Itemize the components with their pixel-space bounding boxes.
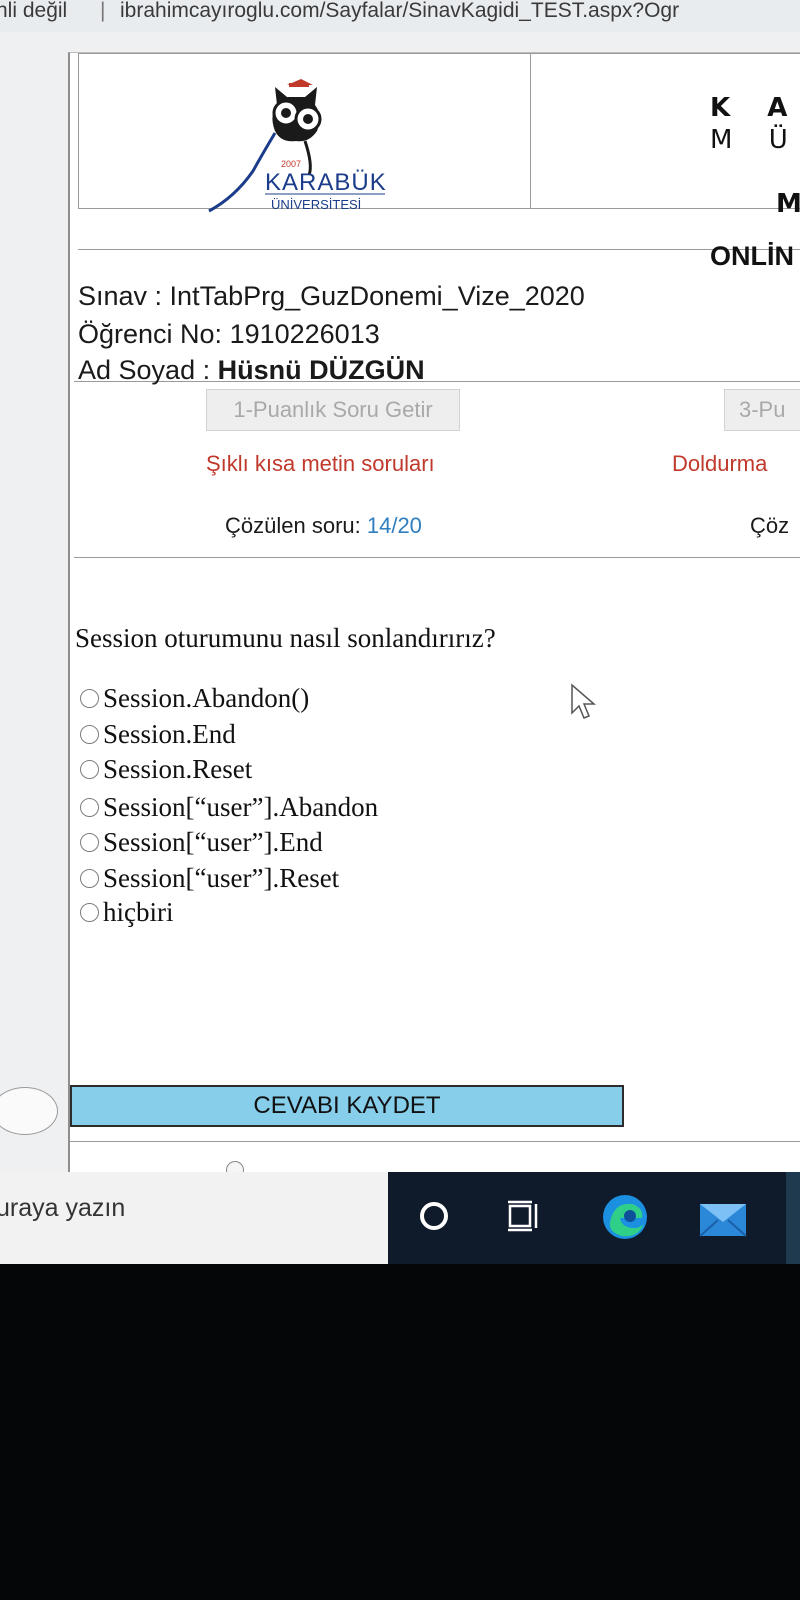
exam-value: IntTabPrg_GuzDonemi_Vize_2020 <box>169 281 585 311</box>
option-label: Session.Reset <box>103 754 253 784</box>
radio-button[interactable] <box>80 725 99 744</box>
radio-button[interactable] <box>80 903 99 922</box>
header-title-line3: M <box>776 189 800 219</box>
taskbar-search-box[interactable]: uraya yazın <box>0 1172 388 1264</box>
option-label: hiçbiri <box>103 897 174 927</box>
url-text[interactable]: ibrahimcayıroglu.com/Sayfalar/SinavKagid… <box>120 0 679 26</box>
edge-icon[interactable] <box>600 1192 650 1242</box>
header-title-block: K A M Ü M <box>710 93 800 219</box>
exam-paper: 2007 KARABÜK ÜNİVERSİTESİ K A M Ü M ONLİ… <box>68 52 800 1188</box>
option-label: Session[“user”].Reset <box>103 863 340 893</box>
solved-label: Çözülen soru: <box>225 513 367 538</box>
student-no-row: Öğrenci No: 1910226013 <box>78 319 380 350</box>
option-2[interactable]: Session.End <box>80 719 236 750</box>
online-exam-banner: ONLİN <box>710 241 794 271</box>
svg-text:KARABÜK: KARABÜK <box>265 169 387 196</box>
name-value: Hüsnü DÜZGÜN <box>217 355 425 385</box>
question-text: Session oturumunu nasıl sonlandırırız? <box>75 623 496 653</box>
header-title-line1: K A <box>710 93 800 123</box>
option-7[interactable]: hiçbiri <box>80 897 173 928</box>
option-label: Session.Abandon() <box>103 683 310 713</box>
student-name-row: Ad Soyad : Hüsnü DÜZGÜN <box>78 355 425 386</box>
radio-button[interactable] <box>80 869 99 888</box>
monitor-bezel <box>0 1264 800 1600</box>
solved-counter: Çözülen soru: 14/20 <box>225 513 422 539</box>
option-label: Session[“user”].Abandon <box>103 792 379 822</box>
option-1[interactable]: Session.Abandon() <box>80 683 309 714</box>
search-placeholder: uraya yazın <box>0 1194 126 1222</box>
university-logo: 2007 KARABÜK ÜNİVERSİTESİ <box>208 79 387 213</box>
svg-text:ÜNİVERSİTESİ: ÜNİVERSİTESİ <box>271 197 361 212</box>
mail-icon[interactable] <box>698 1196 748 1240</box>
task-view-icon[interactable] <box>502 1194 546 1238</box>
get-1-point-question-button[interactable]: 1-Puanlık Soru Getir <box>206 389 460 431</box>
name-label: Ad Soyad : <box>78 355 218 385</box>
student-no-value: 1910226013 <box>229 319 380 349</box>
option-3[interactable]: Session.Reset <box>80 754 252 785</box>
radio-button[interactable] <box>80 833 99 852</box>
get-3-point-question-button[interactable]: 3-Pu <box>724 389 800 431</box>
option-5[interactable]: Session[“user”].End <box>80 827 323 858</box>
header-title-line2: M Ü <box>710 125 800 155</box>
solved-value: 14/20 <box>366 513 422 538</box>
option-4[interactable]: Session[“user”].Abandon <box>80 792 378 823</box>
radio-button[interactable] <box>80 760 99 779</box>
save-answer-button[interactable]: CEVABI KAYDET <box>70 1085 624 1127</box>
category-multiple-choice: Şıklı kısa metin soruları <box>206 451 435 476</box>
solved-counter-right: Çöz <box>750 513 790 538</box>
cortana-circle-icon[interactable] <box>412 1194 456 1238</box>
address-separator: | <box>100 0 106 22</box>
option-6[interactable]: Session[“user”].Reset <box>80 863 339 894</box>
exam-name-row: Sınav : IntTabPrg_GuzDonemi_Vize_2020 <box>78 281 585 312</box>
windows-taskbar: uraya yazın <box>0 1172 800 1264</box>
exam-label: Sınav : <box>78 281 170 311</box>
svg-text:2007: 2007 <box>281 159 301 169</box>
category-fill-in: Doldurma <box>672 451 768 476</box>
radio-button[interactable] <box>80 798 99 817</box>
taskbar-edge <box>786 1172 800 1264</box>
page-viewport: 2007 KARABÜK ÜNİVERSİTESİ K A M Ü M ONLİ… <box>0 32 800 1190</box>
radio-button[interactable] <box>80 689 99 708</box>
security-indicator[interactable]: nli değil <box>0 0 67 26</box>
mouse-cursor-icon <box>571 683 597 719</box>
overlay-bubble <box>0 1087 58 1135</box>
option-label: Session.End <box>103 719 236 749</box>
student-no-label: Öğrenci No: <box>78 319 230 349</box>
option-label: Session[“user”].End <box>103 827 323 857</box>
